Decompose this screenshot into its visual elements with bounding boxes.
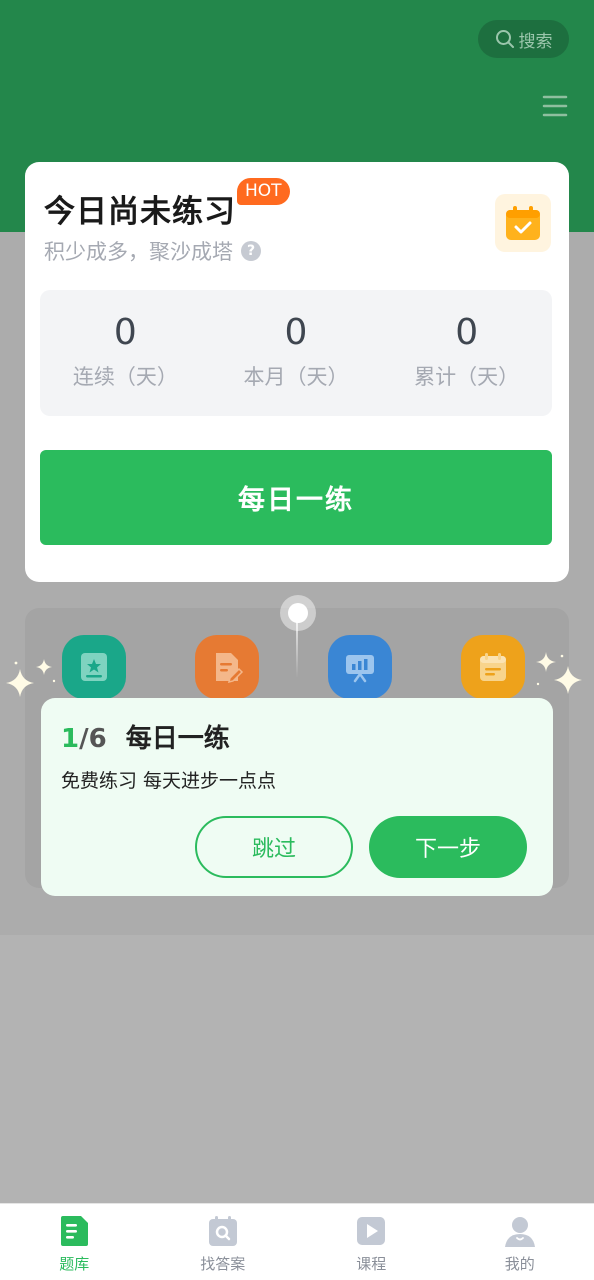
hot-badge: HOT (237, 178, 290, 205)
calendar-check-icon (506, 206, 540, 240)
practice-title: 今日尚未练习 (44, 194, 236, 230)
course-play-icon (353, 1213, 389, 1249)
stat-total: 0 累计（天） (381, 290, 552, 416)
search-button[interactable]: 搜索 (478, 20, 569, 58)
sparkle-right-icon (536, 652, 582, 694)
quick-entry-2[interactable] (195, 635, 259, 699)
search-icon (495, 30, 514, 48)
skip-button[interactable]: 跳过 (195, 816, 353, 878)
profile-icon (502, 1213, 538, 1249)
question-bank-icon (56, 1213, 92, 1249)
tab-question-bank[interactable]: 题库 (0, 1204, 149, 1280)
tab-label: 找答案 (200, 1255, 246, 1273)
stat-value: 0 (284, 312, 308, 353)
tab-profile[interactable]: 我的 (446, 1204, 594, 1280)
tab-label: 课程 (356, 1255, 387, 1273)
guide-description: 免费练习 每天进步一点点 (61, 770, 277, 792)
menu-icon[interactable] (542, 94, 568, 118)
quick-entry-3[interactable] (328, 635, 392, 699)
quick-entry-1[interactable] (62, 635, 126, 699)
calendar-check-button[interactable] (495, 194, 551, 252)
calendar-icon (480, 653, 506, 681)
practice-card: 今日尚未练习 HOT 积少成多，聚沙成塔 ? 0 连续（天） 0 本月（天） 0… (25, 162, 569, 582)
bottom-tab-bar: 题库 找答案 课程 我的 (0, 1203, 594, 1280)
star-card-icon (81, 653, 107, 681)
guide-step-total: /6 (79, 724, 107, 754)
stat-value: 0 (113, 312, 137, 353)
stat-month: 0 本月（天） (211, 290, 382, 416)
edit-doc-icon (216, 653, 244, 684)
quick-entry-4[interactable] (461, 635, 525, 699)
tab-find-answer[interactable]: 找答案 (149, 1204, 298, 1280)
sparkle-left-icon (6, 659, 56, 697)
guide-title-text: 每日一练 (125, 724, 230, 754)
guide-title: 1/6 每日一练 (61, 718, 230, 755)
overlay-background-lower (0, 935, 594, 1203)
subtitle-text: 积少成多，聚沙成塔 (44, 240, 233, 264)
tab-courses[interactable]: 课程 (297, 1204, 446, 1280)
search-label: 搜索 (518, 31, 553, 52)
stat-label: 连续（天） (72, 365, 178, 389)
stat-value: 0 (455, 312, 479, 353)
stat-label: 累计（天） (414, 365, 520, 389)
help-icon[interactable]: ? (241, 241, 261, 261)
guide-connector-dot (280, 595, 316, 631)
practice-stats: 0 连续（天） 0 本月（天） 0 累计（天） (40, 290, 552, 416)
presentation-chart-icon (346, 655, 374, 683)
daily-practice-button[interactable]: 每日一练 (40, 450, 552, 545)
guide-step-current: 1 (61, 724, 80, 754)
tab-label: 我的 (504, 1255, 535, 1273)
stat-streak: 0 连续（天） (40, 290, 211, 416)
practice-subtitle: 积少成多，聚沙成塔 ? (44, 236, 261, 266)
stat-label: 本月（天） (243, 365, 349, 389)
next-step-button[interactable]: 下一步 (369, 816, 527, 878)
find-answer-icon (205, 1213, 241, 1249)
tab-label: 题库 (59, 1255, 90, 1273)
guide-popup: 1/6 每日一练 免费练习 每天进步一点点 跳过 下一步 (41, 698, 553, 896)
